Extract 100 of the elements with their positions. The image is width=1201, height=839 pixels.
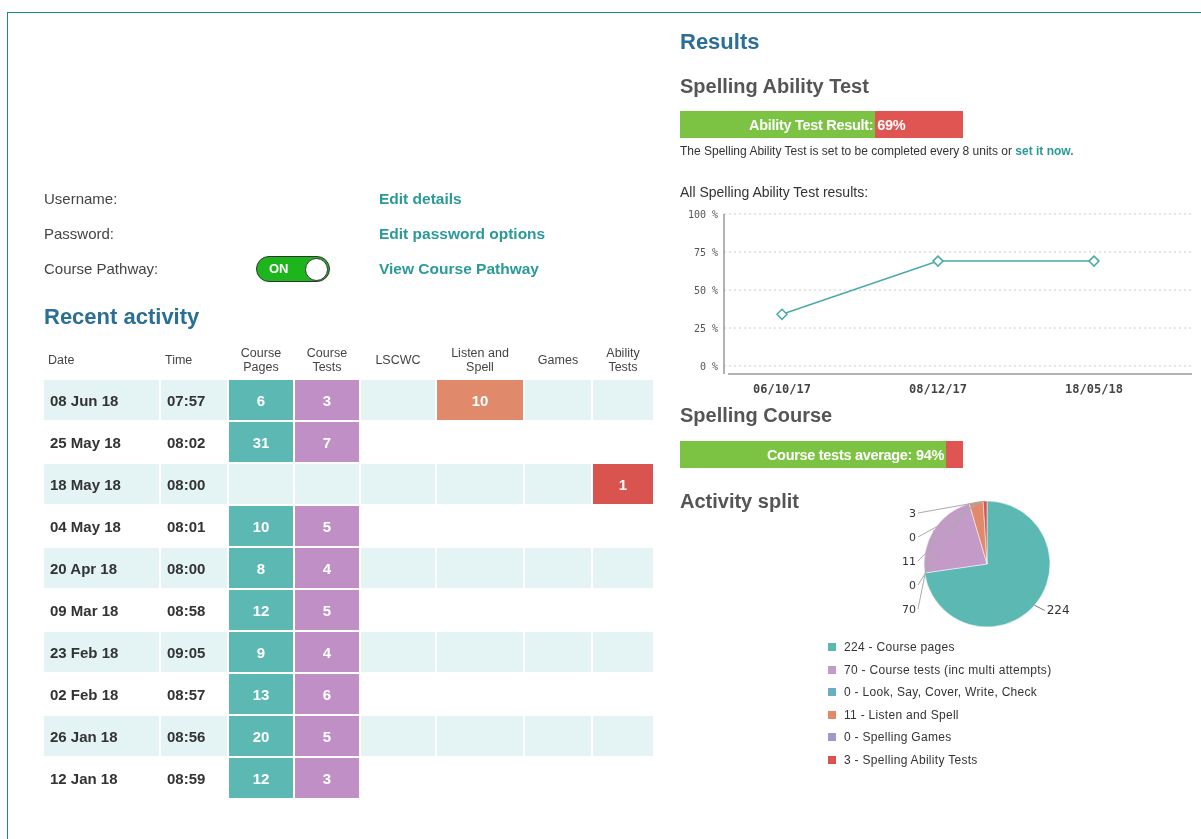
link[interactable]: Edit details xyxy=(379,189,462,208)
table-cell-text: 09 Mar 18 xyxy=(49,600,120,621)
toggle-switch[interactable]: ON xyxy=(256,255,330,282)
table-cell: 13 xyxy=(229,674,293,714)
table-cell-text: 08:02 xyxy=(166,432,207,453)
table-cell-text: 08:01 xyxy=(166,516,207,537)
axis-tick-label: 18/05/18 xyxy=(1065,382,1123,396)
data-label: 11 xyxy=(902,555,916,568)
legend-label: 0 - Look, Say, Cover, Write, Check xyxy=(844,685,1038,700)
table-cell xyxy=(525,716,591,756)
axis-tick-label: 25 % xyxy=(693,323,718,334)
table-cell-text: 25 May 18 xyxy=(49,432,122,453)
table-cell xyxy=(229,464,293,504)
table-cell: 07:57 xyxy=(161,380,227,420)
chart-title: All Spelling Ability Test results: xyxy=(680,184,870,200)
table-cell: 12 xyxy=(229,590,293,630)
subsection-heading: Activity split xyxy=(680,490,800,514)
table-cell: 3 xyxy=(295,758,359,798)
field-label: Username: xyxy=(44,190,119,207)
column-header: Date xyxy=(48,352,75,368)
table-cell-text: 04 May 18 xyxy=(49,516,122,537)
column-header: Time xyxy=(165,352,193,368)
data-label: 0 xyxy=(909,531,916,544)
axis-tick-label: 06/10/17 xyxy=(753,382,811,396)
legend-label: 0 - Spelling Games xyxy=(844,730,952,745)
table-cell: 10 xyxy=(229,506,293,546)
subsection-heading: Spelling Ability Test xyxy=(680,75,870,98)
table-cell: 09:05 xyxy=(161,632,227,672)
table-cell-text: 08:57 xyxy=(166,684,207,705)
table-cell xyxy=(593,380,653,420)
legend-label: 3 - Spelling Ability Tests xyxy=(844,752,978,767)
table-cell: 3 xyxy=(295,380,359,420)
data-point xyxy=(1087,255,1101,268)
data-label: 224 xyxy=(1046,603,1070,618)
data-point xyxy=(931,255,945,268)
table-cell xyxy=(525,632,591,672)
schedule-note: The Spelling Ability Test is set to be completed every 8 units or set it now. xyxy=(680,144,1075,158)
table-cell-text: 08:58 xyxy=(166,600,207,621)
table-cell xyxy=(295,464,359,504)
table-cell: 08 Jun 18 xyxy=(44,380,159,420)
bar-value: 69% xyxy=(877,116,906,133)
table-cell: 08:56 xyxy=(161,716,227,756)
table-cell: 20 Apr 18 xyxy=(44,548,159,588)
table-cell: 8 xyxy=(229,548,293,588)
link[interactable]: View Course Pathway xyxy=(379,259,539,278)
table-cell: 5 xyxy=(295,506,359,546)
bar-label: Ability Test Result: xyxy=(749,116,875,133)
table-cell: 5 xyxy=(295,716,359,756)
data-point xyxy=(775,308,789,321)
table-cell xyxy=(593,716,653,756)
table-cell-text: 02 Feb 18 xyxy=(49,684,120,705)
column-header: Listen and Spell xyxy=(450,345,510,375)
table-cell: 5 xyxy=(295,590,359,630)
table-cell: 1 xyxy=(593,464,653,504)
table-cell xyxy=(525,464,591,504)
column-header: Ability Tests xyxy=(605,345,641,375)
table-cell-text: 12 Jan 18 xyxy=(49,768,119,789)
table-cell: 4 xyxy=(295,632,359,672)
bar-label: Course tests average: 94% xyxy=(766,446,945,463)
link[interactable]: set it now. xyxy=(1015,144,1074,158)
legend-label: 70 - Course tests (inc multi attempts) xyxy=(844,662,1052,677)
table-cell xyxy=(593,632,653,672)
table-cell-text: 08:59 xyxy=(166,768,207,789)
data-label: 0 xyxy=(909,579,916,592)
table-cell: 26 Jan 18 xyxy=(44,716,159,756)
link[interactable]: Edit password options xyxy=(379,224,546,243)
field-label: Password: xyxy=(44,225,116,242)
column-header: Games xyxy=(537,352,579,368)
axis-tick-label: 08/12/17 xyxy=(909,382,967,396)
table-cell xyxy=(525,380,591,420)
data-label: 70 xyxy=(902,603,916,616)
table-cell: 12 xyxy=(229,758,293,798)
column-header: LSCWC xyxy=(375,352,421,368)
table-cell: 6 xyxy=(295,674,359,714)
table-cell: 10 xyxy=(437,380,523,420)
table-cell: 31 xyxy=(229,422,293,462)
column-header: Course Tests xyxy=(305,345,349,375)
leader-line xyxy=(1034,604,1046,611)
table-cell: 7 xyxy=(295,422,359,462)
axis-tick-label: 100 % xyxy=(687,209,718,220)
legend-label: 11 - Listen and Spell xyxy=(844,707,959,722)
table-cell: 4 xyxy=(295,548,359,588)
table-cell xyxy=(525,548,591,588)
field-label: Course Pathway: xyxy=(44,260,160,277)
table-cell: 23 Feb 18 xyxy=(44,632,159,672)
column-header: Course Pages xyxy=(239,345,283,375)
table-cell xyxy=(593,548,653,588)
section-heading: Results xyxy=(680,29,761,56)
axis-tick-label: 50 % xyxy=(693,285,718,296)
axis-tick-label: 0 % xyxy=(699,361,718,372)
table-cell: 9 xyxy=(229,632,293,672)
legend-label: 224 - Course pages xyxy=(844,640,955,655)
table-cell: 08:00 xyxy=(161,548,227,588)
data-label: 3 xyxy=(909,507,916,520)
section-heading: Recent activity xyxy=(44,304,201,330)
table-cell: 6 xyxy=(229,380,293,420)
subsection-heading: Spelling Course xyxy=(680,404,834,427)
table-cell: 08:00 xyxy=(161,464,227,504)
axis-tick-label: 75 % xyxy=(693,247,718,258)
table-cell: 20 xyxy=(229,716,293,756)
